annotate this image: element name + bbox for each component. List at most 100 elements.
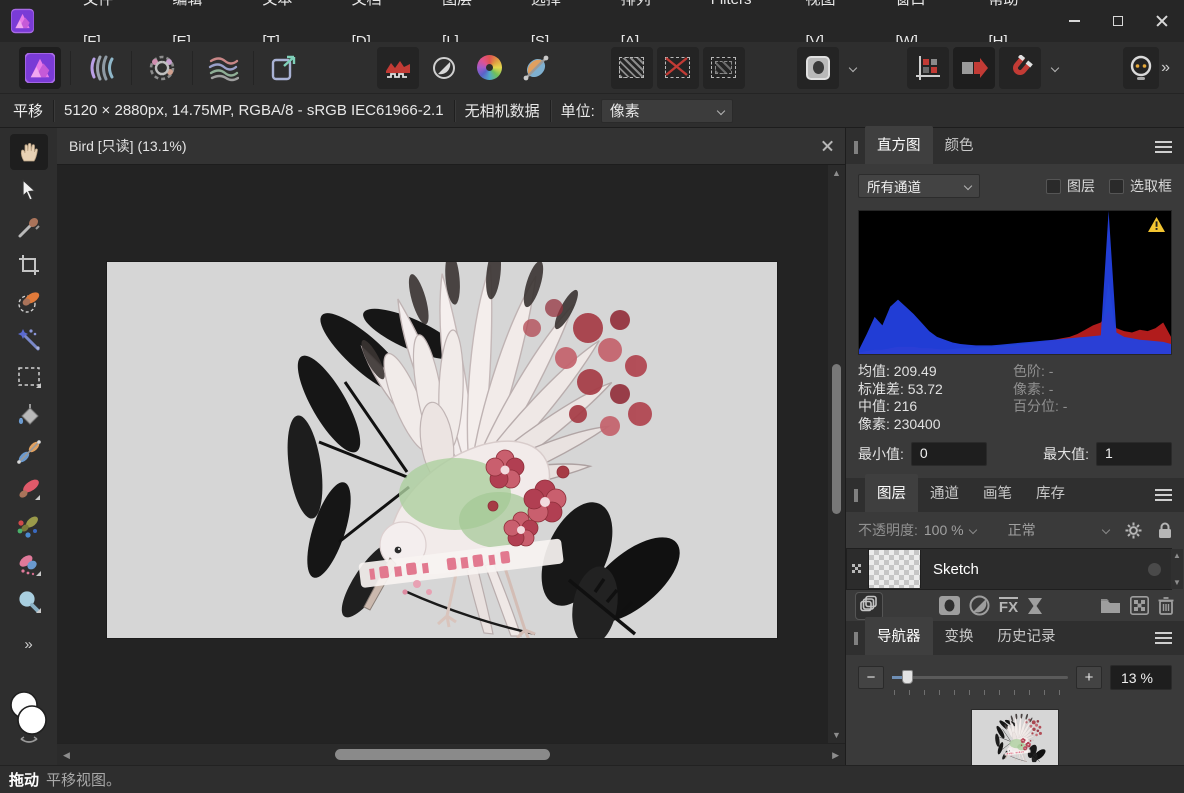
selection-brush-tool-button[interactable] xyxy=(10,284,48,320)
blend-mode-value[interactable]: 正常 xyxy=(1008,520,1036,540)
zoom-slider-thumb[interactable] xyxy=(902,670,913,684)
min-input[interactable]: 0 xyxy=(911,442,987,466)
tab-histogram[interactable]: 直方图 xyxy=(865,126,933,164)
group-layers-button[interactable] xyxy=(1100,597,1121,614)
chevron-down-icon[interactable] xyxy=(968,526,976,534)
color-picker-tool-button[interactable] xyxy=(10,209,48,245)
tab-color[interactable]: 颜色 xyxy=(933,126,986,164)
snapping-magnet-button[interactable] xyxy=(999,47,1041,89)
tab-stock[interactable]: 库存 xyxy=(1024,474,1077,512)
navigator-panel-header: 导航器 变换 历史记录 xyxy=(846,621,1184,655)
max-input[interactable]: 1 xyxy=(1096,442,1172,466)
crop-tool-button[interactable] xyxy=(10,247,48,283)
move-by-whole-pixels-button[interactable] xyxy=(953,47,995,89)
panel-menu-icon[interactable] xyxy=(1155,632,1172,644)
layer-visibility-toggle[interactable] xyxy=(1148,563,1161,576)
assistant-button[interactable] xyxy=(1123,47,1159,89)
document-tab[interactable]: Bird [只读] (13.1%) xyxy=(57,128,845,164)
snapping-dropdown[interactable] xyxy=(1045,47,1065,89)
auto-levels-button[interactable] xyxy=(377,47,419,89)
insert-pattern-button[interactable] xyxy=(1130,596,1149,615)
adjustment-layer-button[interactable] xyxy=(969,595,990,616)
unit-select[interactable]: 像素 xyxy=(601,99,733,123)
minimize-button[interactable] xyxy=(1052,0,1096,42)
photo-persona-button[interactable] xyxy=(19,47,61,89)
delete-layer-button[interactable] xyxy=(1158,596,1174,615)
opacity-value[interactable]: 100 % xyxy=(924,522,964,538)
panel-grip-icon[interactable] xyxy=(854,141,858,154)
quick-mask-button[interactable] xyxy=(797,47,839,89)
develop-persona-button[interactable] xyxy=(141,47,183,89)
tab-close-icon[interactable] xyxy=(822,141,833,152)
panel-menu-icon[interactable] xyxy=(1155,489,1172,501)
layer-list-scrollbar[interactable]: ▲▼ xyxy=(1171,549,1183,589)
layer-thumbnail[interactable] xyxy=(869,550,921,588)
color-replacement-brush-tool-button[interactable] xyxy=(10,509,48,545)
auto-white-balance-button[interactable] xyxy=(515,47,557,89)
toolbar-overflow-button[interactable]: » xyxy=(1161,59,1170,77)
auto-colour-button[interactable] xyxy=(469,47,511,89)
paint-brush-tool-button[interactable] xyxy=(10,472,48,508)
quick-mask-dropdown[interactable] xyxy=(843,47,863,89)
vertical-scrollbar[interactable]: ▲ ▼ xyxy=(828,165,845,743)
canvas-viewport[interactable]: ▲ ▼ xyxy=(57,165,845,743)
tab-layers[interactable]: 图层 xyxy=(865,474,918,512)
zoom-out-button[interactable]: − xyxy=(858,666,884,689)
mask-layer-button[interactable] xyxy=(939,596,960,615)
auto-contrast-button[interactable] xyxy=(423,47,465,89)
horizontal-scrollbar[interactable]: ◀ ▶ xyxy=(57,743,845,765)
deselect-button[interactable] xyxy=(657,47,699,89)
navigator-thumbnail[interactable] xyxy=(972,710,1058,766)
liquify-persona-button[interactable] xyxy=(80,47,122,89)
bird-artwork xyxy=(107,262,777,638)
close-button[interactable] xyxy=(1140,0,1184,42)
flood-fill-tool-button[interactable] xyxy=(10,397,48,433)
panel-grip-icon[interactable] xyxy=(854,489,858,502)
tab-channels[interactable]: 通道 xyxy=(918,474,971,512)
zoom-in-button[interactable]: + xyxy=(1076,666,1102,689)
duplicate-layer-button[interactable] xyxy=(856,593,882,619)
layer-thumbnail-toggle-icon[interactable] xyxy=(852,564,863,575)
marquee-tool-button[interactable] xyxy=(10,359,48,395)
stddev-label: 标准差: xyxy=(858,381,904,397)
layer-row-sketch[interactable]: Sketch ▲▼ xyxy=(846,548,1172,590)
erase-brush-tool-button[interactable] xyxy=(10,547,48,583)
tab-transform[interactable]: 变换 xyxy=(933,617,986,655)
channel-select[interactable]: 所有通道 xyxy=(858,174,980,198)
panel-menu-icon[interactable] xyxy=(1155,141,1172,153)
vertical-scroll-thumb[interactable] xyxy=(832,364,841,514)
status-action: 拖动 xyxy=(9,769,39,790)
tools-overflow-button[interactable]: » xyxy=(24,636,32,653)
tab-navigator[interactable]: 导航器 xyxy=(865,617,933,655)
tab-brushes[interactable]: 画笔 xyxy=(971,474,1024,512)
invert-selection-button[interactable] xyxy=(703,47,745,89)
clipping-warning-icon[interactable] xyxy=(1148,217,1165,232)
select-all-button[interactable] xyxy=(611,47,653,89)
export-persona-button[interactable] xyxy=(263,47,305,89)
flood-select-tool-button[interactable] xyxy=(10,322,48,358)
gradient-tool-button[interactable] xyxy=(10,434,48,470)
scroll-right-icon[interactable]: ▶ xyxy=(832,747,839,763)
layer-checkbox[interactable] xyxy=(1046,179,1061,194)
panel-grip-icon[interactable] xyxy=(854,632,858,645)
marquee-checkbox[interactable] xyxy=(1109,179,1124,194)
scroll-left-icon[interactable]: ◀ xyxy=(63,747,70,763)
tab-history[interactable]: 历史记录 xyxy=(986,617,1068,655)
live-filter-button[interactable] xyxy=(1027,597,1043,615)
scroll-down-icon[interactable]: ▼ xyxy=(832,727,841,743)
gear-icon[interactable] xyxy=(1125,522,1142,539)
lock-icon[interactable] xyxy=(1158,522,1172,539)
tone-mapping-persona-button[interactable] xyxy=(202,47,244,89)
color-swatches[interactable] xyxy=(7,690,51,751)
maximize-button[interactable] xyxy=(1096,0,1140,42)
horizontal-scroll-thumb[interactable] xyxy=(335,749,550,760)
move-tool-button[interactable] xyxy=(10,172,48,208)
snapping-grid-button[interactable] xyxy=(907,47,949,89)
scroll-up-icon[interactable]: ▲ xyxy=(832,165,841,181)
chevron-down-icon[interactable] xyxy=(1102,526,1110,534)
view-tool-button[interactable] xyxy=(10,134,48,170)
zoom-value-input[interactable]: 13 % xyxy=(1110,665,1172,690)
zoom-slider[interactable] xyxy=(892,666,1068,689)
blur-tool-button[interactable] xyxy=(10,584,48,620)
layer-effects-button[interactable]: FX xyxy=(999,597,1018,615)
